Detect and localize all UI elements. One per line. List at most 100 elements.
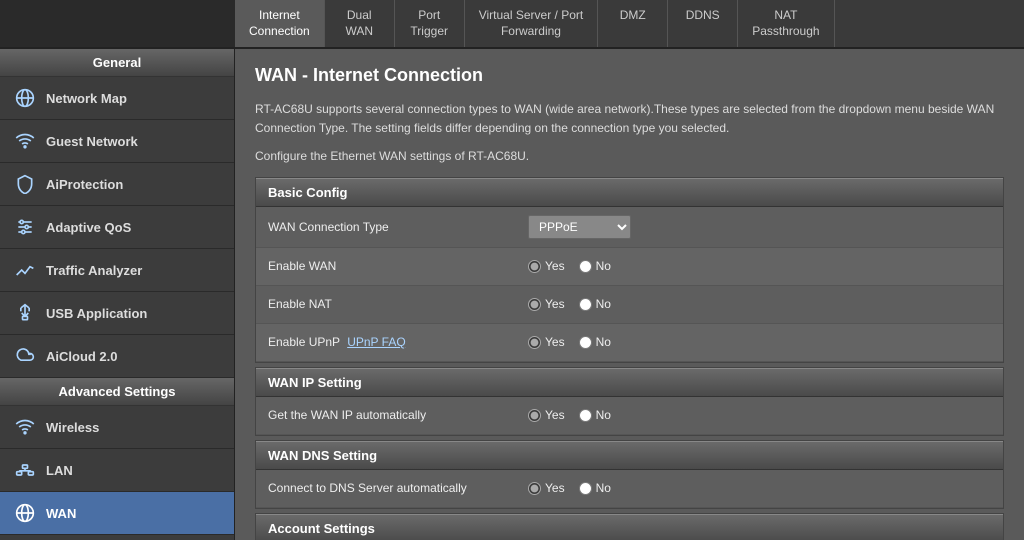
label-enable-nat: Enable NAT [268, 297, 528, 311]
radio-get-wan-ip-yes[interactable]: Yes [528, 408, 565, 422]
value-wan-connection-type: Automatic IP PPPoE PPTP L2TP Static IP [528, 215, 631, 239]
radio-group-get-wan-ip: Yes No [528, 408, 611, 422]
tab-port-trigger[interactable]: PortTrigger [395, 0, 465, 47]
value-enable-upnp: Yes No [528, 335, 611, 349]
sidebar: General Network Map [0, 49, 235, 540]
wifi-icon [14, 130, 36, 152]
label-wan-connection-type: WAN Connection Type [268, 220, 528, 234]
radio-get-wan-ip-no[interactable]: No [579, 408, 611, 422]
radio-group-enable-upnp: Yes No [528, 335, 611, 349]
radio-input-enable-upnp-no[interactable] [579, 336, 592, 349]
sidebar-item-adaptive-qos[interactable]: Adaptive QoS [0, 206, 234, 249]
row-connect-dns: Connect to DNS Server automatically Yes … [256, 470, 1003, 508]
radio-input-enable-nat-yes[interactable] [528, 298, 541, 311]
radio-connect-dns-no[interactable]: No [579, 481, 611, 495]
radio-input-enable-wan-no[interactable] [579, 260, 592, 273]
tab-dmz[interactable]: DMZ [598, 0, 668, 47]
tab-ddns[interactable]: DDNS [668, 0, 738, 47]
sidebar-label-usb-application: USB Application [46, 306, 147, 321]
label-get-wan-ip: Get the WAN IP automatically [268, 408, 528, 422]
general-section-title: General [0, 49, 234, 77]
sidebar-item-wan[interactable]: WAN [0, 492, 234, 535]
tab-spacer [0, 0, 235, 47]
sidebar-item-wireless[interactable]: Wireless [0, 406, 234, 449]
sidebar-item-aiprotection[interactable]: AiProtection [0, 163, 234, 206]
wifi2-icon [14, 416, 36, 438]
section-header-wan-dns: WAN DNS Setting [256, 441, 1003, 470]
value-enable-wan: Yes No [528, 259, 611, 273]
sidebar-item-guest-network[interactable]: Guest Network [0, 120, 234, 163]
radio-group-connect-dns: Yes No [528, 481, 611, 495]
label-enable-wan: Enable WAN [268, 259, 528, 273]
radio-group-enable-wan: Yes No [528, 259, 611, 273]
radio-input-connect-dns-yes[interactable] [528, 482, 541, 495]
radio-input-enable-upnp-yes[interactable] [528, 336, 541, 349]
section-account-settings: Account Settings [255, 513, 1004, 540]
cloud-icon [14, 345, 36, 367]
sidebar-label-wireless: Wireless [46, 420, 99, 435]
label-connect-dns: Connect to DNS Server automatically [268, 481, 528, 495]
label-upnp-text: Enable UPnP [268, 335, 340, 349]
content-area: WAN - Internet Connection RT-AC68U suppo… [235, 49, 1024, 540]
sidebar-label-adaptive-qos: Adaptive QoS [46, 220, 131, 235]
row-enable-wan: Enable WAN Yes No [256, 248, 1003, 286]
value-get-wan-ip: Yes No [528, 408, 611, 422]
description: RT-AC68U supports several connection typ… [255, 100, 1004, 138]
row-enable-upnp: Enable UPnP UPnP FAQ Yes No [256, 324, 1003, 362]
radio-enable-wan-no[interactable]: No [579, 259, 611, 273]
main-layout: General Network Map [0, 49, 1024, 540]
sidebar-item-usb-application[interactable]: USB Application [0, 292, 234, 335]
lan-icon [14, 459, 36, 481]
radio-connect-dns-yes[interactable]: Yes [528, 481, 565, 495]
section-header-wan-ip: WAN IP Setting [256, 368, 1003, 397]
radio-group-enable-nat: Yes No [528, 297, 611, 311]
sidebar-label-aiprotection: AiProtection [46, 177, 123, 192]
sidebar-item-traffic-analyzer[interactable]: Traffic Analyzer [0, 249, 234, 292]
sidebar-label-aicloud: AiCloud 2.0 [46, 349, 118, 364]
radio-enable-wan-yes[interactable]: Yes [528, 259, 565, 273]
tab-internet-connection[interactable]: InternetConnection [235, 0, 325, 47]
sidebar-item-lan[interactable]: LAN [0, 449, 234, 492]
sidebar-label-wan: WAN [46, 506, 76, 521]
section-header-account-settings: Account Settings [256, 514, 1003, 540]
radio-input-enable-wan-yes[interactable] [528, 260, 541, 273]
radio-input-get-wan-ip-yes[interactable] [528, 409, 541, 422]
advanced-section-title: Advanced Settings [0, 378, 234, 406]
label-enable-upnp: Enable UPnP UPnP FAQ [268, 335, 528, 349]
sidebar-label-guest-network: Guest Network [46, 134, 138, 149]
value-enable-nat: Yes No [528, 297, 611, 311]
sidebar-label-traffic-analyzer: Traffic Analyzer [46, 263, 142, 278]
radio-enable-upnp-yes[interactable]: Yes [528, 335, 565, 349]
radio-input-connect-dns-no[interactable] [579, 482, 592, 495]
top-tab-bar: InternetConnection DualWAN PortTrigger V… [0, 0, 1024, 49]
sidebar-item-aicloud[interactable]: AiCloud 2.0 [0, 335, 234, 378]
globe-icon [14, 87, 36, 109]
tab-virtual-server[interactable]: Virtual Server / PortForwarding [465, 0, 598, 47]
config-label: Configure the Ethernet WAN settings of R… [255, 149, 1004, 163]
globe2-icon [14, 502, 36, 524]
section-wan-dns-setting: WAN DNS Setting Connect to DNS Server au… [255, 440, 1004, 509]
row-wan-connection-type: WAN Connection Type Automatic IP PPPoE P… [256, 207, 1003, 248]
usb-icon [14, 302, 36, 324]
radio-input-enable-nat-no[interactable] [579, 298, 592, 311]
radio-input-get-wan-ip-no[interactable] [579, 409, 592, 422]
section-header-basic-config: Basic Config [256, 178, 1003, 207]
sidebar-label-network-map: Network Map [46, 91, 127, 106]
row-enable-nat: Enable NAT Yes No [256, 286, 1003, 324]
sidebar-item-network-map[interactable]: Network Map [0, 77, 234, 120]
radio-enable-upnp-no[interactable]: No [579, 335, 611, 349]
section-wan-ip-setting: WAN IP Setting Get the WAN IP automatica… [255, 367, 1004, 436]
tab-dual-wan[interactable]: DualWAN [325, 0, 395, 47]
page-title: WAN - Internet Connection [255, 65, 1004, 86]
row-get-wan-ip: Get the WAN IP automatically Yes No [256, 397, 1003, 435]
wan-connection-type-select[interactable]: Automatic IP PPPoE PPTP L2TP Static IP [528, 215, 631, 239]
upnp-faq-link[interactable]: UPnP FAQ [347, 335, 405, 349]
sliders-icon [14, 216, 36, 238]
sidebar-label-lan: LAN [46, 463, 73, 478]
radio-enable-nat-yes[interactable]: Yes [528, 297, 565, 311]
tab-nat-passthrough[interactable]: NATPassthrough [738, 0, 834, 47]
radio-enable-nat-no[interactable]: No [579, 297, 611, 311]
value-connect-dns: Yes No [528, 481, 611, 495]
section-basic-config: Basic Config WAN Connection Type Automat… [255, 177, 1004, 363]
chart-icon [14, 259, 36, 281]
